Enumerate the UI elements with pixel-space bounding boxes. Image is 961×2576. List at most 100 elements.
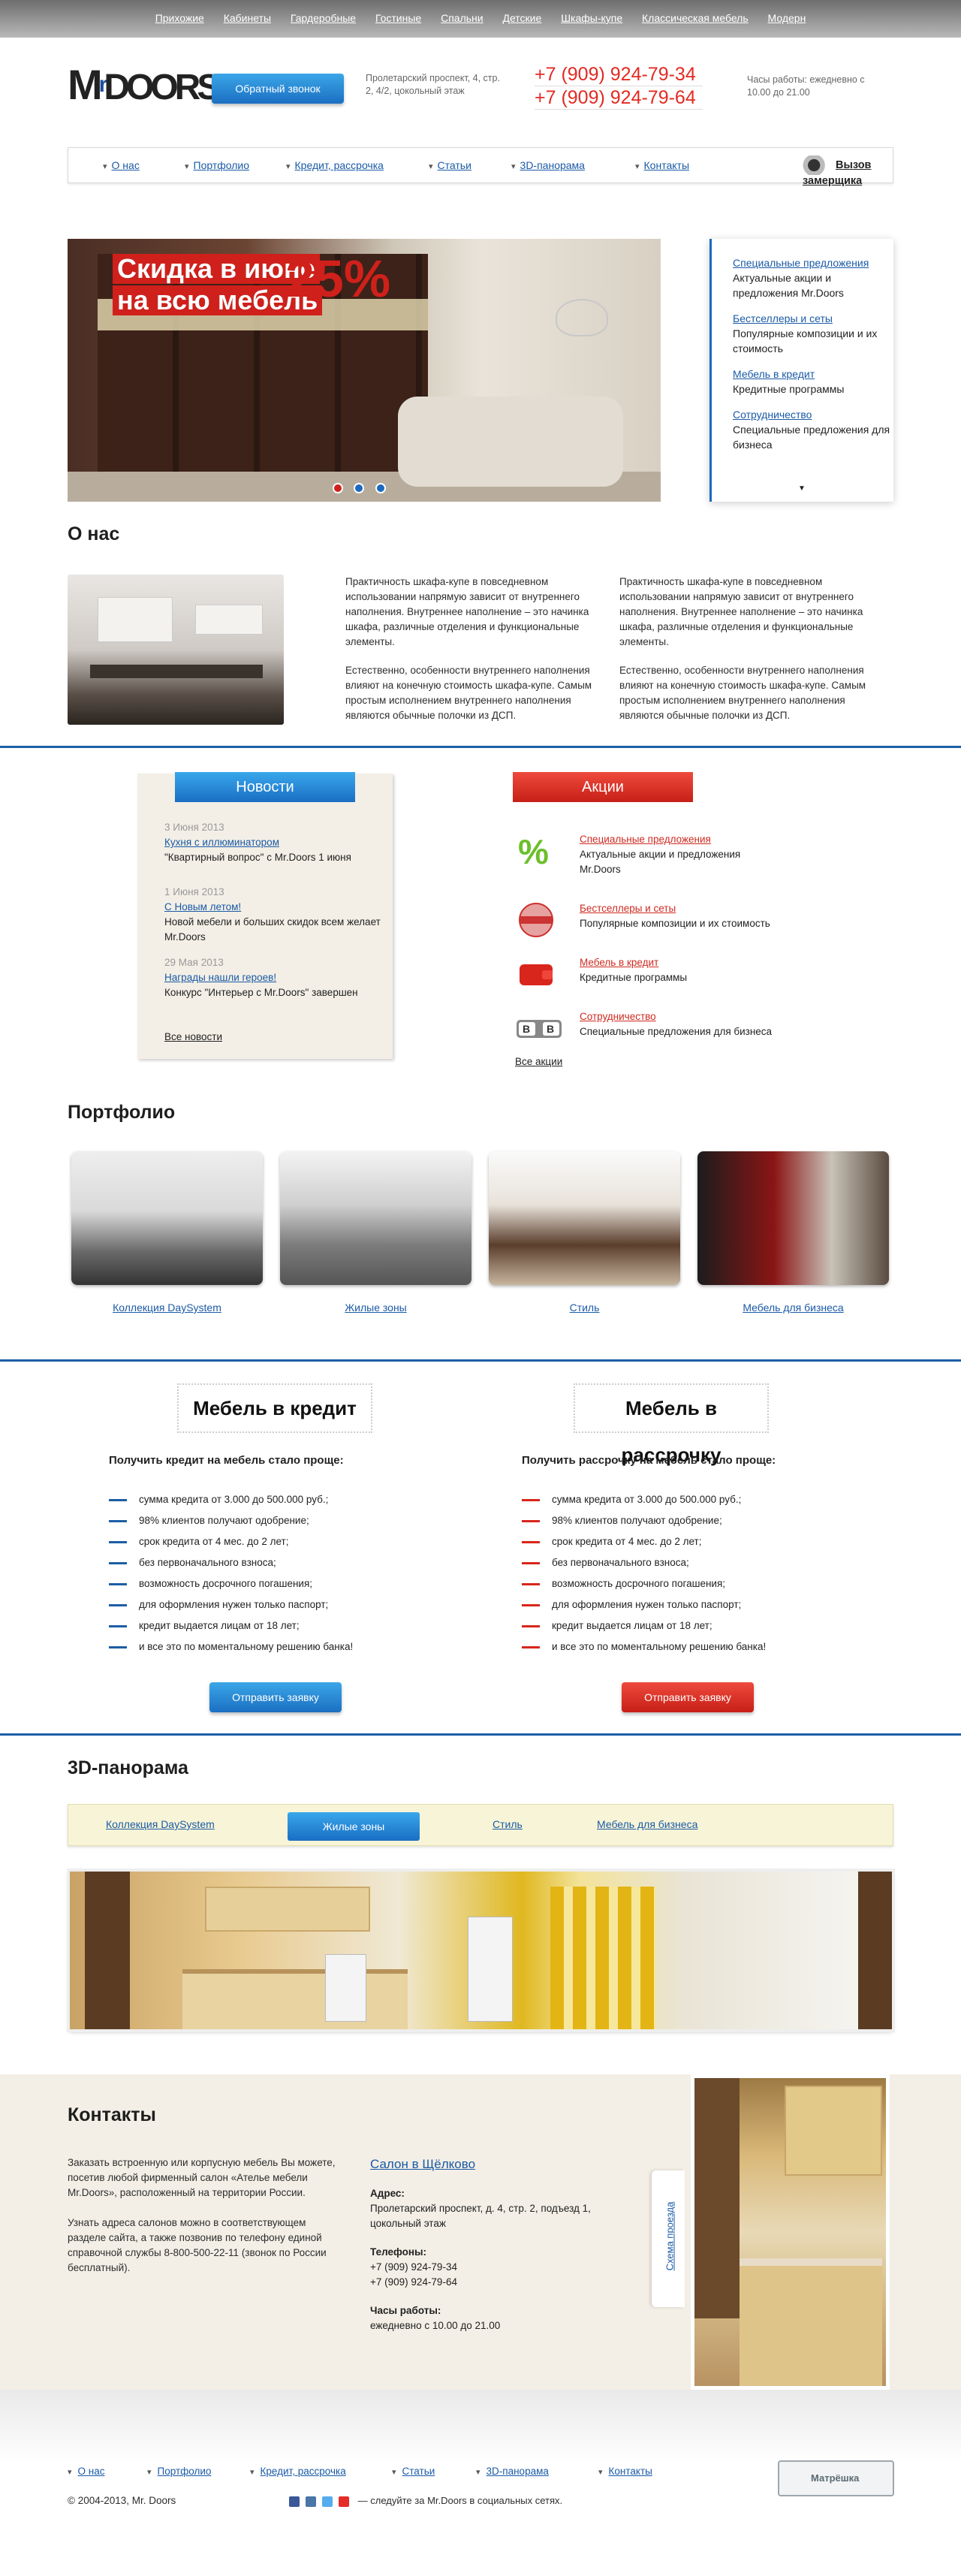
about-photo [68,575,284,725]
measure-call-button[interactable]: Вызов замерщика [803,155,893,187]
panorama-viewer[interactable] [70,1872,892,2029]
header-phones: +7 (909) 924-79-34 +7 (909) 924-79-64 [535,63,703,110]
footer-nav-link[interactable]: Кредит, рассрочка [250,2466,346,2477]
topnav-link[interactable]: Классическая мебель [642,12,749,24]
installment-heading: Получить рассрочку на мебель стало проще… [522,1454,776,1467]
section-title-panorama: 3D-панорама [68,1757,188,1778]
all-promos-link[interactable]: Все акции [515,1056,562,1067]
contacts-text: Заказать встроенную или корпусную мебель… [68,2157,336,2273]
slider-dot[interactable] [354,483,365,493]
topnav-link[interactable]: Шкафы-купе [561,12,622,24]
portfolio-caption[interactable]: Коллекция DaySystem [71,1302,263,1314]
logo-text: MrDOORS [68,61,221,108]
topnav-link[interactable]: Спальни [441,12,484,24]
section-title-about: О нас [68,523,120,544]
wallet-icon [515,955,557,993]
salon-link[interactable]: Салон в Щёлково [370,2157,475,2171]
nav-portfolio[interactable]: Портфолио [185,159,250,171]
section-title-portfolio: Портфолио [68,1102,176,1123]
offer-item: Специальные предложения Актуальные акции … [733,257,869,299]
banner-image-lamp [556,239,608,344]
twitter-icon[interactable] [322,2496,333,2507]
slider-dot[interactable] [333,483,343,493]
footer-nav-link[interactable]: Контакты [598,2466,652,2477]
topnav-link[interactable]: Гостиные [375,12,421,24]
panorama-tabs: Коллекция DaySystem Жилые зоны Стиль Меб… [68,1804,893,1846]
nav-about[interactable]: О нас [103,159,140,171]
header-hours: Часы работы: ежедневно с 10.00 до 21.00 [747,74,865,98]
panorama-tab[interactable]: Коллекция DaySystem [106,1818,215,1830]
installment-submit-button[interactable]: Отправить заявку [622,1682,754,1712]
topnav-link[interactable]: Модерн [768,12,806,24]
portfolio-photo[interactable] [697,1151,889,1285]
all-news-link[interactable]: Все новости [164,1031,222,1042]
topnav-link[interactable]: Гардеробные [291,12,356,24]
tape-measure-icon [803,155,831,175]
footer-nav-link[interactable]: О нас [68,2466,105,2477]
credit-title: Мебель в кредит [177,1383,372,1433]
phone-number: +7 (909) 924-79-64 [535,86,703,110]
phone-number: +7 (909) 924-79-34 [535,63,703,86]
panorama-tab[interactable]: Мебель для бизнеса [597,1818,697,1830]
news-item: 1 Июня 2013 С Новым летом! Новой мебели … [164,886,381,943]
credit-heading: Получить кредит на мебель стало проще: [109,1454,344,1467]
topnav-link[interactable]: Прихожие [155,12,204,24]
top-category-bar: Прихожие Кабинеты Гардеробные Гостиные С… [0,0,961,38]
copyright: © 2004-2013, Mr. Doors [68,2495,176,2506]
bestseller-stamp-icon [515,901,557,939]
topnav-link[interactable]: Кабинеты [224,12,271,24]
youtube-icon[interactable] [339,2496,349,2507]
partner-logo[interactable]: Матрёшка [778,2460,894,2496]
nav-articles[interactable]: Статьи [429,159,471,171]
b2b-icon: BB [515,1009,562,1047]
logo[interactable]: MrDOORS [68,60,221,113]
footer-nav-link[interactable]: Статьи [392,2466,435,2477]
footer-nav-link[interactable]: 3D-панорама [476,2466,549,2477]
about-text-col1: Практичность шкафа-купе в повседневном и… [345,576,592,721]
percent-icon: % [515,832,557,871]
route-map-tab[interactable]: Схема проезда [652,2170,685,2307]
svg-text:%: % [518,832,549,870]
news-item: 29 Мая 2013 Награды нашли героев! Конкур… [164,957,358,998]
nav-panorama[interactable]: 3D-панорама [511,159,585,171]
credit-submit-button[interactable]: Отправить заявку [209,1682,342,1712]
portfolio-caption[interactable]: Стиль [489,1302,680,1314]
salon-photo [691,2074,890,2390]
offer-item: Бестселлеры и сеты Популярные композиции … [733,312,878,354]
news-box: 3 Июня 2013 Кухня с иллюминатором "Кварт… [137,774,393,1059]
social-links: — следуйте за Mr.Doors в социальных сетя… [289,2495,562,2507]
nav-credit[interactable]: Кредит, рассрочка [286,159,384,171]
divider [0,1359,961,1362]
portfolio-photo[interactable] [280,1151,471,1285]
portfolio-photo[interactable] [489,1151,680,1285]
portfolio-photo[interactable] [71,1151,263,1285]
portfolio-caption[interactable]: Жилые зоны [280,1302,471,1314]
vk-icon[interactable] [306,2496,316,2507]
news-item: 3 Июня 2013 Кухня с иллюминатором "Кварт… [164,822,351,863]
offer-item: Сотрудничество Специальные предложения дл… [733,409,890,451]
promos-tab: Акции [513,772,693,802]
offer-item: Мебель в кредит Кредитные программы [733,368,845,395]
panorama-tab-active[interactable]: Жилые зоны [288,1812,420,1841]
callback-button[interactable]: Обратный звонок [212,74,344,104]
topnav-link[interactable]: Детские [503,12,542,24]
svg-text:B: B [547,1023,554,1035]
banner-image-sofa [398,397,623,487]
installment-conditions-list: сумма кредита от 3.000 до 500.000 руб.; 9… [522,1489,792,1658]
divider [0,746,961,748]
main-nav: О нас Портфолио Кредит, рассрочка Статьи… [68,147,893,187]
panorama-tab[interactable]: Стиль [493,1818,523,1830]
footer-nav-link[interactable]: Портфолио [147,2466,212,2477]
salon-info: Салон в Щёлково Адрес: Пролетарский прос… [370,2157,591,2331]
divider [0,1733,961,1736]
portfolio-caption[interactable]: Мебель для бизнеса [697,1302,889,1314]
scroll-down-icon[interactable]: ▼ [798,484,806,493]
section-title-contacts: Контакты [68,2104,156,2125]
nav-contacts[interactable]: Контакты [635,159,689,171]
facebook-icon[interactable] [289,2496,300,2507]
promo-banner[interactable]: Скидка в июне на всю мебель 25% [68,239,661,502]
header-address: Пролетарский проспект, 4, стр. 2, 4/2, ц… [366,73,500,96]
top-category-links: Прихожие Кабинеты Гардеробные Гостиные С… [0,12,961,24]
svg-text:B: B [523,1023,530,1035]
slider-dot[interactable] [375,483,386,493]
